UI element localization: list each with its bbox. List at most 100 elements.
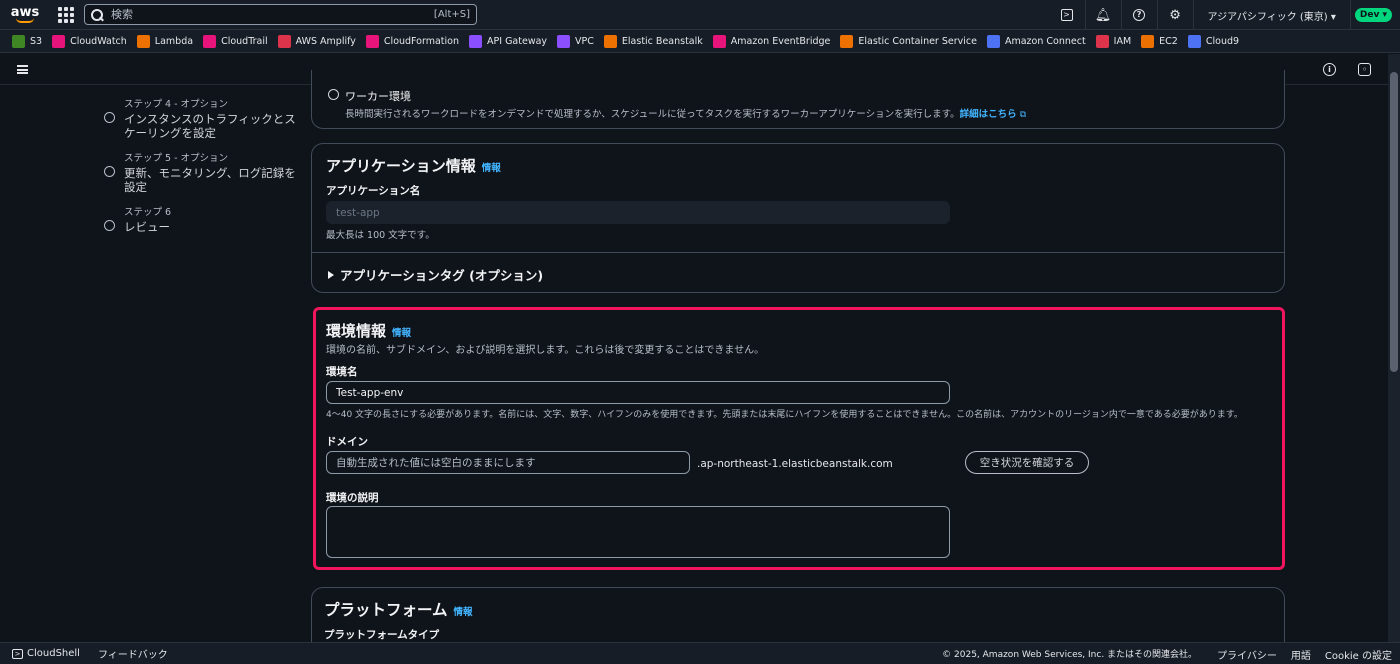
search-input[interactable] <box>111 8 434 21</box>
favorite-label: EC2 <box>1159 35 1178 47</box>
step-title[interactable]: インスタンスのトラフィックとスケーリングを設定 <box>124 112 304 140</box>
service-icon <box>203 34 217 48</box>
account-badge[interactable]: Dev ▾ <box>1354 8 1392 22</box>
step-4[interactable]: ステップ 4 - オプション インスタンスのトラフィックとスケーリングを設定 <box>104 96 304 140</box>
favorite-ec2[interactable]: EC2 <box>1141 34 1178 48</box>
favorite-label: Elastic Container Service <box>858 35 977 47</box>
cookie-settings-link[interactable]: Cookie の設定 <box>1325 647 1392 662</box>
cloudshell-button[interactable]: > CloudShell <box>12 648 80 659</box>
panel-title: アプリケーション情報 <box>326 157 476 175</box>
favorite-label: CloudFormation <box>383 35 460 47</box>
worker-description: 長時間実行されるワークロードをオンデマンドで処理するか、スケジュールに従ってタス… <box>345 109 960 120</box>
caret-right-icon <box>328 270 334 279</box>
top-navigation: aws [Alt+S] > 🔔︎ ? ⚙ アジアパシフィック (東京) ▾ De… <box>0 0 1400 30</box>
service-icon <box>603 34 617 48</box>
privacy-link[interactable]: プライバシー <box>1217 647 1277 662</box>
service-icon <box>986 34 1000 48</box>
application-name-label: アプリケーション名 <box>326 185 421 197</box>
favorite-cloudwatch[interactable]: CloudWatch <box>52 34 127 48</box>
step-5[interactable]: ステップ 5 - オプション 更新、モニタリング、ログ記録を設定 <box>104 150 304 194</box>
page-scrollbar[interactable] <box>1388 54 1400 642</box>
favorite-cloud9[interactable]: Cloud9 <box>1187 34 1240 48</box>
favorite-aws-amplify[interactable]: AWS Amplify <box>277 34 356 48</box>
menu-hamburger-icon[interactable] <box>17 65 28 74</box>
info-circle-icon[interactable]: i <box>1323 63 1336 76</box>
step-number: ステップ 6 <box>124 207 172 218</box>
search-icon <box>91 8 103 21</box>
favorite-cloudformation[interactable]: CloudFormation <box>365 34 460 48</box>
favorite-lambda[interactable]: Lambda <box>136 34 194 48</box>
application-info-panel: アプリケーション情報 情報 アプリケーション名 test-app 最大長は 100… <box>311 143 1285 293</box>
search-shortcut: [Alt+S] <box>433 9 470 20</box>
service-icon <box>469 34 483 48</box>
favorite-api-gateway[interactable]: API Gateway <box>469 34 548 48</box>
notifications-bell-icon[interactable]: 🔔︎ <box>1084 0 1121 30</box>
step-6[interactable]: ステップ 6 レビュー <box>104 204 304 234</box>
favorite-label: S3 <box>30 35 43 47</box>
favorite-amazon-connect[interactable]: Amazon Connect <box>986 34 1086 48</box>
step-number: ステップ 5 - オプション <box>124 153 229 164</box>
step-title[interactable]: レビュー <box>124 220 304 234</box>
info-link[interactable]: 情報 <box>454 607 473 618</box>
favorite-s3[interactable]: S3 <box>12 34 43 48</box>
favorite-label: Lambda <box>154 35 194 47</box>
application-tags-expander[interactable]: アプリケーションタグ (オプション) <box>328 265 543 284</box>
service-icon <box>1141 34 1155 48</box>
service-icon <box>277 34 291 48</box>
favorite-elastic-beanstalk[interactable]: Elastic Beanstalk <box>603 34 703 48</box>
platform-type-label: プラットフォームタイプ <box>324 629 440 641</box>
environment-tier-panel: ワーカー環境 長時間実行されるワークロードをオンデマンドで処理するか、スケジュー… <box>311 70 1285 129</box>
step-number: ステップ 4 - オプション <box>124 99 229 110</box>
scrollbar-thumb[interactable] <box>1390 72 1398 372</box>
region-selector[interactable]: アジアパシフィック (東京) ▾ <box>1192 0 1350 30</box>
favorite-label: VPC <box>575 35 594 47</box>
favorite-vpc[interactable]: VPC <box>557 34 594 48</box>
worker-label: ワーカー環境 <box>345 90 411 103</box>
favorite-elastic-container-service[interactable]: Elastic Container Service <box>840 34 977 48</box>
favorite-amazon-eventbridge[interactable]: Amazon EventBridge <box>712 34 831 48</box>
favorite-label: API Gateway <box>487 35 548 47</box>
application-name-hint: 最大長は 100 文字です。 <box>326 230 435 241</box>
service-icon <box>1187 34 1201 48</box>
favorite-label: CloudWatch <box>70 35 127 47</box>
services-grid-icon[interactable] <box>58 6 74 23</box>
favorite-cloudtrail[interactable]: CloudTrail <box>203 34 268 48</box>
worker-environment-option[interactable]: ワーカー環境 長時間実行されるワークロードをオンデマンドで処理するか、スケジュー… <box>328 88 1026 120</box>
step-title[interactable]: 更新、モニタリング、ログ記録を設定 <box>124 166 304 194</box>
cloudshell-icon: > <box>12 648 23 659</box>
favorite-label: Cloud9 <box>1205 35 1240 47</box>
worker-radio-button[interactable] <box>328 89 339 100</box>
favorite-label: IAM <box>1113 35 1132 47</box>
favorite-label: AWS Amplify <box>295 35 356 47</box>
settings-gear-icon[interactable]: ⚙ <box>1156 0 1193 30</box>
expander-label: アプリケーションタグ (オプション) <box>340 268 544 283</box>
favorite-label: Amazon EventBridge <box>730 35 831 47</box>
terms-link[interactable]: 用語 <box>1291 647 1311 662</box>
aws-logo[interactable]: aws <box>0 0 50 30</box>
cloudshell-icon[interactable]: > <box>1049 0 1085 30</box>
copyright-text: © 2025, Amazon Web Services, Inc. またはその関… <box>942 650 1198 660</box>
service-icon <box>712 34 726 48</box>
external-link-icon[interactable]: ⧉ <box>1020 110 1026 120</box>
service-icon <box>557 34 571 48</box>
info-link[interactable]: 情報 <box>482 163 501 174</box>
search-box[interactable]: [Alt+S] <box>84 4 477 25</box>
service-icon <box>136 34 150 48</box>
feedback-link[interactable]: フィードバック <box>98 646 168 661</box>
service-icon <box>12 34 25 48</box>
panel-title: プラットフォーム <box>324 601 448 619</box>
service-icon <box>1095 34 1109 48</box>
step-indicator-icon <box>104 112 115 123</box>
step-indicator-icon <box>104 220 115 231</box>
cloudshell-label: CloudShell <box>27 648 80 659</box>
highlight-box <box>313 307 1285 570</box>
service-icon <box>840 34 854 48</box>
help-icon[interactable]: ? <box>1120 0 1157 30</box>
favorite-iam[interactable]: IAM <box>1095 34 1132 48</box>
aws-logo-text: aws <box>10 4 40 20</box>
hexagon-settings-icon[interactable]: ◦ <box>1358 63 1371 76</box>
wizard-steps: ステップ 4 - オプション インスタンスのトラフィックとスケーリングを設定 ス… <box>104 96 304 244</box>
footer: > CloudShell フィードバック © 2025, Amazon Web S… <box>0 642 1400 664</box>
learn-more-link[interactable]: 詳細はこちら <box>960 109 1017 120</box>
application-name-input: test-app <box>326 201 950 224</box>
